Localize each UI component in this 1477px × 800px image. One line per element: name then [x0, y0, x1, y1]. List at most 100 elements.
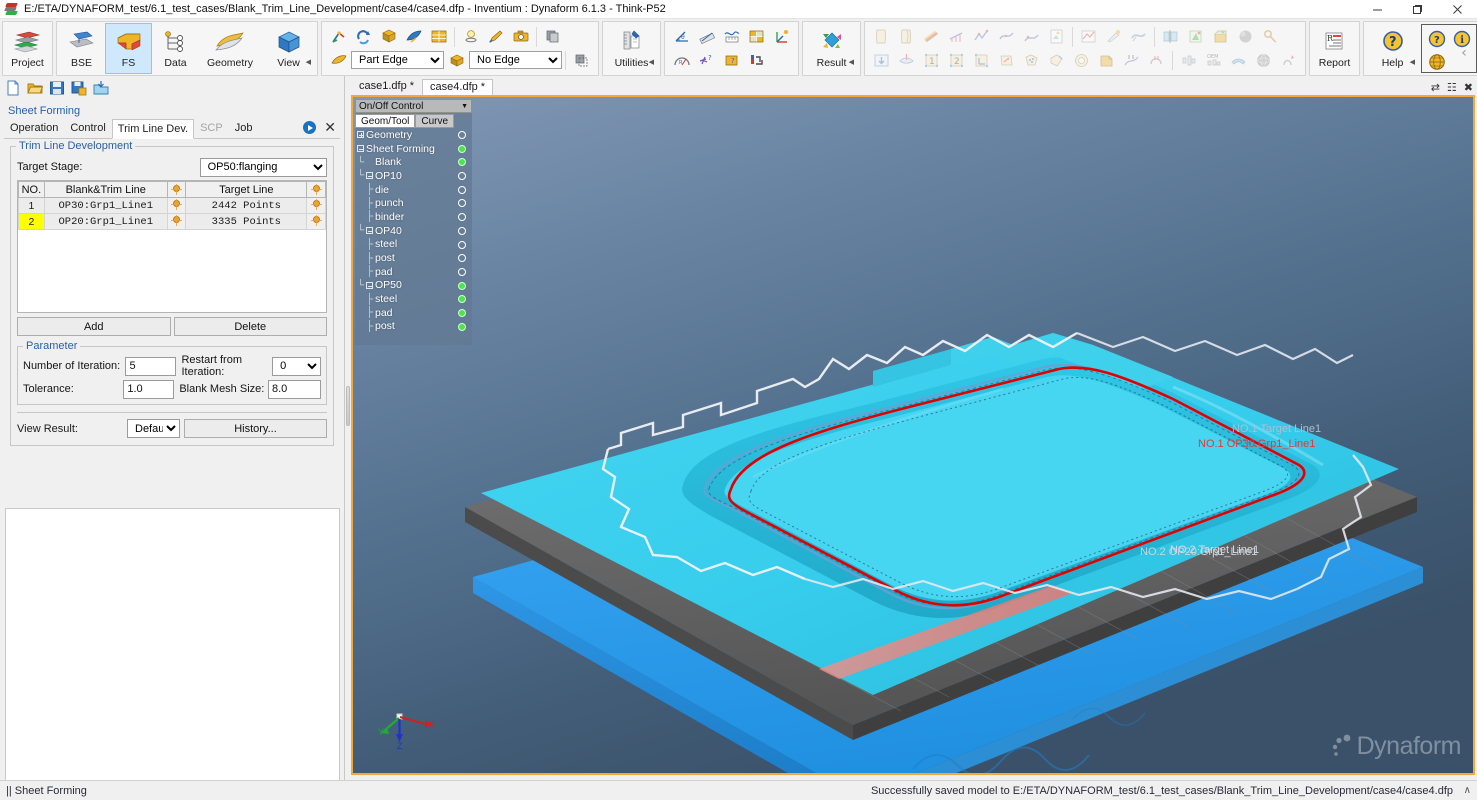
- highlight-icon[interactable]: [483, 25, 508, 48]
- new-file-icon[interactable]: [4, 80, 21, 97]
- no-edge-select[interactable]: No EdgeElement EdgeMesh Edge: [469, 51, 562, 70]
- ribbon-button-bse[interactable]: BSE: [58, 23, 105, 74]
- blank-icon[interactable]: [1094, 49, 1119, 72]
- arrow-surface-icon[interactable]: [994, 49, 1019, 72]
- shade-cube-icon[interactable]: [376, 25, 401, 48]
- delete-button[interactable]: Delete: [173, 317, 327, 336]
- section-curve-icon[interactable]: [1126, 25, 1151, 48]
- collapse-icon[interactable]: [366, 281, 373, 289]
- mesh-cube-icon[interactable]: [444, 49, 469, 72]
- page-icon[interactable]: [869, 25, 894, 48]
- row-target-line[interactable]: 3335 Points: [185, 213, 308, 230]
- chevron-left-icon[interactable]: ◀: [849, 58, 854, 66]
- ribbon-button-report[interactable]: R Report: [1311, 23, 1358, 74]
- import-icon[interactable]: [869, 49, 894, 72]
- ring-icon[interactable]: [1069, 49, 1094, 72]
- status-expand-caret[interactable]: ∧: [1464, 785, 1471, 796]
- splitter-grip[interactable]: [346, 386, 350, 426]
- graph-icon[interactable]: [1076, 25, 1101, 48]
- restore-window-icon[interactable]: ⇄: [1431, 81, 1440, 94]
- expand-icon[interactable]: [357, 131, 364, 139]
- tab-control[interactable]: Control: [64, 118, 111, 138]
- tree-node-toggle[interactable]: [458, 158, 466, 167]
- light-icon[interactable]: [458, 25, 483, 48]
- close-window-icon[interactable]: ✖: [1464, 81, 1473, 94]
- globe-icon[interactable]: [1424, 50, 1449, 73]
- tree-node-toggle[interactable]: [458, 295, 466, 304]
- chevron-left-icon[interactable]: ◀: [1410, 58, 1415, 66]
- restart-select[interactable]: 012345: [272, 356, 321, 376]
- loop-icon[interactable]: [1258, 25, 1283, 48]
- ribbon-button-data[interactable]: Data: [152, 23, 199, 74]
- on-off-control-header[interactable]: On/Off Control ▼: [355, 99, 472, 113]
- minimize-button[interactable]: [1357, 0, 1397, 19]
- run-icon[interactable]: [303, 121, 317, 134]
- collapse-icon[interactable]: [366, 227, 373, 235]
- row-target-bulb[interactable]: [306, 197, 326, 214]
- close-icon[interactable]: ✕: [324, 121, 336, 135]
- ribbon-button-view[interactable]: View ◀: [261, 23, 316, 74]
- dimension-icon[interactable]: [719, 25, 744, 48]
- tree-node-toggle[interactable]: [458, 213, 466, 222]
- tree-tab-geom-tool[interactable]: Geom/Tool: [355, 114, 416, 128]
- lightbulb-icon[interactable]: [310, 184, 322, 196]
- tree-node-toggle[interactable]: [458, 185, 466, 194]
- tab-operation[interactable]: Operation: [4, 118, 64, 138]
- curve2-icon[interactable]: [994, 25, 1019, 48]
- sphere-icon[interactable]: [1233, 25, 1258, 48]
- chevron-left-icon[interactable]: ◀: [649, 58, 654, 66]
- tree-node-toggle[interactable]: [458, 267, 466, 276]
- oem-icon[interactable]: OEM: [1201, 49, 1226, 72]
- tree-node-toggle[interactable]: [458, 226, 466, 235]
- axes-icon[interactable]: [969, 49, 994, 72]
- row-blank-bulb[interactable]: [166, 213, 187, 230]
- tile-window-icon[interactable]: ☷: [1447, 81, 1457, 94]
- lightbulb-icon[interactable]: [310, 215, 322, 227]
- view-result-select[interactable]: DefaultThicknessThinningFLD: [127, 419, 180, 438]
- tree-node-punch[interactable]: ├ punch: [355, 196, 472, 210]
- tree-node-op50[interactable]: └ OP50: [355, 279, 472, 293]
- part-edge-select[interactable]: Part EdgeFeature EdgeAll Edge: [351, 51, 444, 70]
- radius-measure-icon[interactable]: R: [669, 49, 694, 72]
- fld-icon[interactable]: [1119, 49, 1144, 72]
- ribbon-button-fs[interactable]: FS: [105, 23, 152, 74]
- fill-shade-icon[interactable]: [401, 25, 426, 48]
- table-row[interactable]: 2 OP20:Grp1_Line1 3335 Points: [18, 213, 326, 230]
- col-blank-bulb[interactable]: [166, 181, 187, 198]
- tree-node-sheet-forming[interactable]: Sheet Forming: [355, 142, 472, 156]
- rotate-dynamic-icon[interactable]: [351, 25, 376, 48]
- trim-line-table-wrapper[interactable]: NO. Blank&Trim Line Target Line 1 OP30:Gr…: [17, 180, 327, 313]
- save-as-icon[interactable]: [70, 80, 87, 97]
- tree-node-toggle[interactable]: [458, 144, 466, 153]
- ribbon-button-utilities[interactable]: Utilities ◀: [604, 23, 659, 74]
- tree-node-op10[interactable]: └ OP10: [355, 169, 472, 183]
- ribbon-button-result[interactable]: Result ◀: [804, 23, 859, 74]
- axis-rotate-icon[interactable]: [326, 25, 351, 48]
- lightbulb-icon[interactable]: [171, 199, 183, 211]
- target-stage-select[interactable]: OP50:flangingOP40:trimmingOP30:formingOP…: [199, 157, 327, 177]
- report-page-icon[interactable]: [1044, 25, 1069, 48]
- close-button[interactable]: [1437, 0, 1477, 19]
- tab-scp[interactable]: SCP: [194, 118, 229, 138]
- history-button[interactable]: History...: [184, 419, 327, 438]
- tab-job[interactable]: Job: [229, 118, 259, 138]
- tolerance-input[interactable]: [123, 379, 175, 399]
- tree-node-die[interactable]: ├ die: [355, 183, 472, 197]
- doc-tab-case4[interactable]: case4.dfp *: [422, 79, 494, 96]
- help-circle-icon[interactable]: ?: [1424, 27, 1449, 50]
- tree-node-toggle[interactable]: [458, 308, 466, 317]
- tree-node-pad[interactable]: ├ pad: [355, 306, 472, 320]
- copy-layers-icon[interactable]: [540, 25, 565, 48]
- bend-icon[interactable]: [1226, 49, 1251, 72]
- tree-node-toggle[interactable]: [458, 254, 466, 263]
- curve3-icon[interactable]: [1019, 25, 1044, 48]
- surface-edge-icon[interactable]: [326, 49, 351, 72]
- open-file-icon[interactable]: [26, 80, 43, 97]
- nodes-icon[interactable]: [1176, 49, 1201, 72]
- page-curl-icon[interactable]: [894, 25, 919, 48]
- distance-measure-icon[interactable]: [694, 25, 719, 48]
- tree-node-post[interactable]: ├ post: [355, 320, 472, 334]
- maximize-button[interactable]: [1397, 0, 1437, 19]
- paint-surface-icon[interactable]: [1044, 49, 1069, 72]
- tree-node-toggle[interactable]: [458, 281, 466, 290]
